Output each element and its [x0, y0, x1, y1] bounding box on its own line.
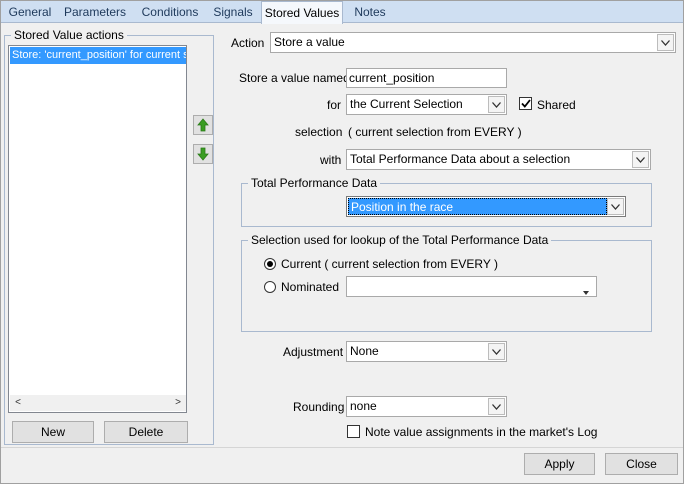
rounding-label: Rounding	[293, 400, 345, 414]
with-dropdown[interactable]: Total Performance Data about a selection	[346, 149, 651, 170]
tab-signals[interactable]: Signals	[207, 3, 259, 23]
tab-conditions[interactable]: Conditions	[135, 3, 205, 23]
tab-parameters[interactable]: Parameters	[59, 3, 131, 23]
chevron-down-icon	[632, 151, 649, 168]
shared-checkbox[interactable]	[519, 97, 532, 110]
store-name-value: current_position	[349, 71, 435, 85]
action-label: Action	[231, 36, 265, 50]
stored-value-actions-list[interactable]: Store: 'current_position' for current se…	[8, 45, 187, 413]
adjustment-dropdown[interactable]: None	[346, 341, 507, 362]
lookup-selection-title: Selection used for lookup of the Total P…	[248, 233, 552, 247]
for-value: the Current Selection	[350, 97, 463, 111]
current-radio[interactable]	[264, 258, 276, 270]
action-dropdown[interactable]: Store a value	[270, 32, 676, 53]
action-value: Store a value	[274, 35, 345, 49]
for-dropdown[interactable]: the Current Selection	[346, 94, 507, 115]
tab-general[interactable]: General	[3, 3, 57, 23]
apply-button[interactable]: Apply	[524, 453, 595, 475]
selection-value: ( current selection from EVERY )	[348, 125, 522, 139]
nominated-radio[interactable]	[264, 281, 276, 293]
adjustment-label: Adjustment	[283, 345, 344, 359]
rounding-value: none	[350, 399, 377, 413]
for-label: for	[327, 98, 342, 112]
note-log-label: Note value assignments in the market's L…	[365, 425, 598, 439]
scroll-right-icon[interactable]: >	[170, 395, 186, 411]
note-log-checkbox[interactable]	[347, 425, 360, 438]
tab-stored-values[interactable]: Stored Values	[261, 1, 343, 24]
shared-label: Shared	[537, 98, 576, 112]
tab-strip: General Parameters Conditions Signals St…	[1, 1, 683, 24]
selection-label: selection	[295, 125, 343, 139]
move-down-button[interactable]	[193, 144, 213, 164]
checkmark-icon	[520, 99, 531, 108]
list-item[interactable]: Store: 'current_position' for current se	[10, 47, 186, 64]
delete-button[interactable]: Delete	[104, 421, 188, 443]
with-label: with	[320, 153, 342, 167]
arrow-up-icon	[197, 118, 209, 132]
scroll-left-icon[interactable]: <	[10, 395, 26, 411]
current-radio-label: Current ( current selection from EVERY )	[281, 257, 498, 271]
footer-divider	[1, 447, 683, 448]
with-value: Total Performance Data about a selection	[350, 152, 571, 166]
store-name-input[interactable]: current_position	[346, 68, 507, 88]
arrow-down-icon	[197, 147, 209, 161]
tpd-value: Position in the race	[348, 198, 607, 215]
small-arrow-down-icon	[583, 284, 589, 298]
chevron-down-icon	[488, 398, 505, 415]
horizontal-scrollbar[interactable]: < >	[10, 395, 186, 411]
radio-selected-icon	[267, 261, 273, 267]
new-button[interactable]: New	[12, 421, 94, 443]
move-up-button[interactable]	[193, 115, 213, 135]
adjustment-value: None	[350, 344, 379, 358]
tab-notes[interactable]: Notes	[347, 3, 393, 23]
chevron-down-icon	[607, 198, 624, 215]
chevron-down-icon	[488, 343, 505, 360]
nominated-dropdown[interactable]	[346, 276, 597, 297]
rounding-dropdown[interactable]: none	[346, 396, 507, 417]
nominated-radio-label: Nominated	[281, 280, 340, 294]
stored-value-actions-title: Stored Value actions	[11, 28, 127, 42]
store-name-label: Store a value named	[239, 71, 350, 85]
tpd-dropdown[interactable]: Position in the race	[346, 196, 626, 217]
chevron-down-icon	[657, 34, 674, 51]
chevron-down-icon	[488, 96, 505, 113]
total-performance-data-title: Total Performance Data	[248, 176, 381, 190]
close-button[interactable]: Close	[605, 453, 678, 475]
